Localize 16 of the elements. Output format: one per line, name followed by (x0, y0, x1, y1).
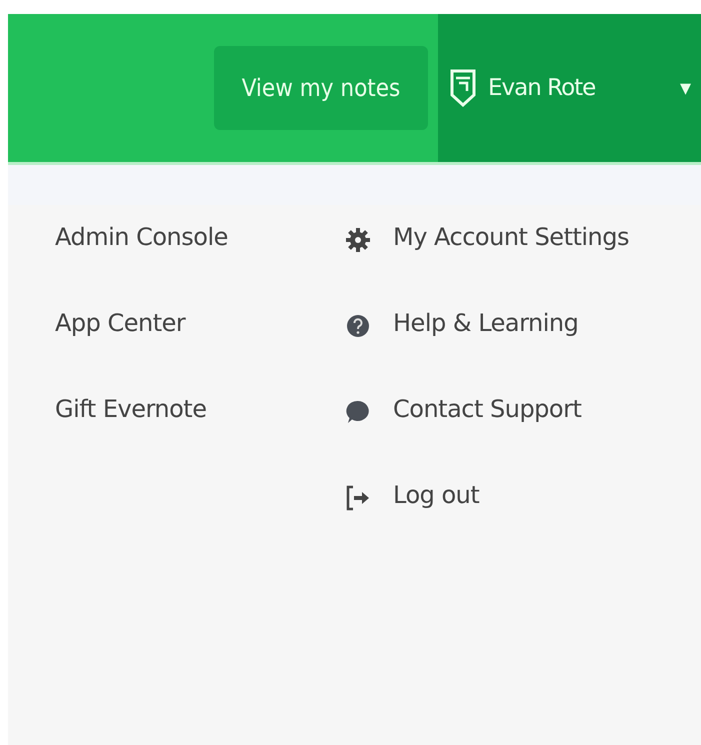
menu-item[interactable]: My Account Settings (345, 223, 701, 309)
settings-icon (345, 225, 371, 255)
menu-item-label: Log out (393, 481, 480, 509)
menu-item[interactable]: Contact Support (345, 395, 701, 481)
menu-item[interactable]: Gift Evernote (55, 395, 345, 481)
menu-item-label: Help & Learning (393, 309, 578, 337)
menu-item[interactable]: Admin Console (55, 223, 345, 309)
logout-icon (345, 483, 371, 513)
menu-item[interactable]: Help & Learning (345, 309, 701, 395)
shield-icon (450, 69, 476, 107)
menu-item-label: Contact Support (393, 395, 582, 423)
dropdown-caret[interactable]: ▾ (680, 75, 691, 101)
menu-item[interactable]: Log out (345, 481, 701, 567)
menu-item-label: My Account Settings (393, 223, 630, 251)
user-menu-button[interactable]: Evan Rote (450, 69, 596, 107)
menu-item[interactable]: App Center (55, 309, 345, 395)
